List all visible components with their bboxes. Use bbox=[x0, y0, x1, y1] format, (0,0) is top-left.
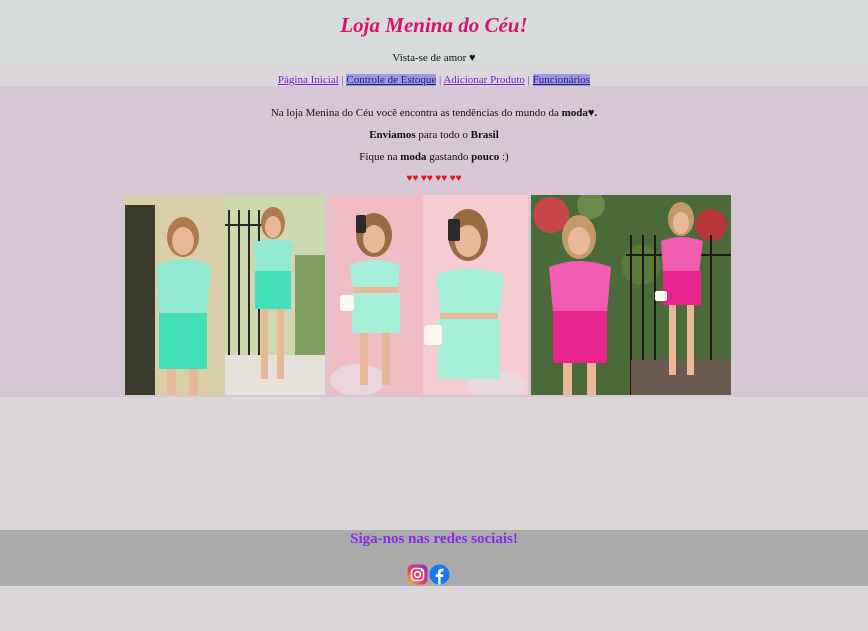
nav-separator: | bbox=[527, 74, 530, 86]
site-footer: Siga-nos nas redes sociais! bbox=[0, 530, 868, 586]
instagram-icon[interactable] bbox=[407, 564, 428, 585]
intro-text: Na loja Menina do Céu você encontra as t… bbox=[0, 107, 868, 119]
social-links bbox=[407, 564, 451, 585]
shipping-text: Enviamos para todo o Brasil bbox=[0, 129, 868, 141]
nav-link-adicionar-produto[interactable]: Adicionar Produto bbox=[443, 74, 525, 86]
nav-separator: | bbox=[341, 74, 344, 86]
intro-text-plain: Na loja Menina do Céu você encontra as t… bbox=[270, 107, 562, 119]
outfit-photo-pink-set bbox=[531, 195, 731, 395]
site-tagline: Vista-se de amor ♥ bbox=[392, 52, 476, 64]
outfit-photo-mint-crop bbox=[328, 195, 528, 395]
nav-link-funcionarios[interactable]: Funcionários bbox=[532, 74, 591, 86]
shipping-text-bold: Enviamos bbox=[369, 129, 416, 141]
outfit-photo-mint-lace bbox=[125, 195, 325, 395]
nav-separator: | bbox=[438, 74, 442, 86]
intro-text-bold: moda♥. bbox=[561, 107, 598, 119]
slogan-text: Fique na moda gastando pouco :) bbox=[0, 151, 868, 163]
slogan-text-bold: pouco bbox=[471, 151, 500, 163]
shipping-text-plain: para todo o bbox=[415, 129, 471, 141]
slogan-text-plain: gastando bbox=[426, 151, 472, 163]
product-photos bbox=[125, 195, 731, 395]
main-nav: Página Inicial | Controle de Estoque | A… bbox=[0, 74, 868, 86]
main-content: Na loja Menina do Céu você encontra as t… bbox=[0, 86, 868, 397]
slogan-text-plain: :) bbox=[499, 151, 509, 163]
shipping-country: Brasil bbox=[470, 129, 499, 141]
site-header: Loja Menina do Céu! Vista-se de amor ♥ bbox=[0, 0, 868, 66]
slogan-text-plain: Fique na bbox=[359, 151, 401, 163]
facebook-icon[interactable] bbox=[429, 564, 450, 585]
social-heading: Siga-nos nas redes sociais! bbox=[350, 531, 518, 547]
nav-link-controle-estoque[interactable]: Controle de Estoque bbox=[346, 74, 437, 86]
slogan-text-bold: moda bbox=[400, 151, 427, 163]
nav-link-pagina-inicial[interactable]: Página Inicial bbox=[278, 74, 339, 86]
site-title: Loja Menina do Céu! bbox=[340, 13, 528, 37]
hearts-decoration: ♥♥ ♥♥ ♥♥ ♥♥ bbox=[406, 173, 462, 184]
